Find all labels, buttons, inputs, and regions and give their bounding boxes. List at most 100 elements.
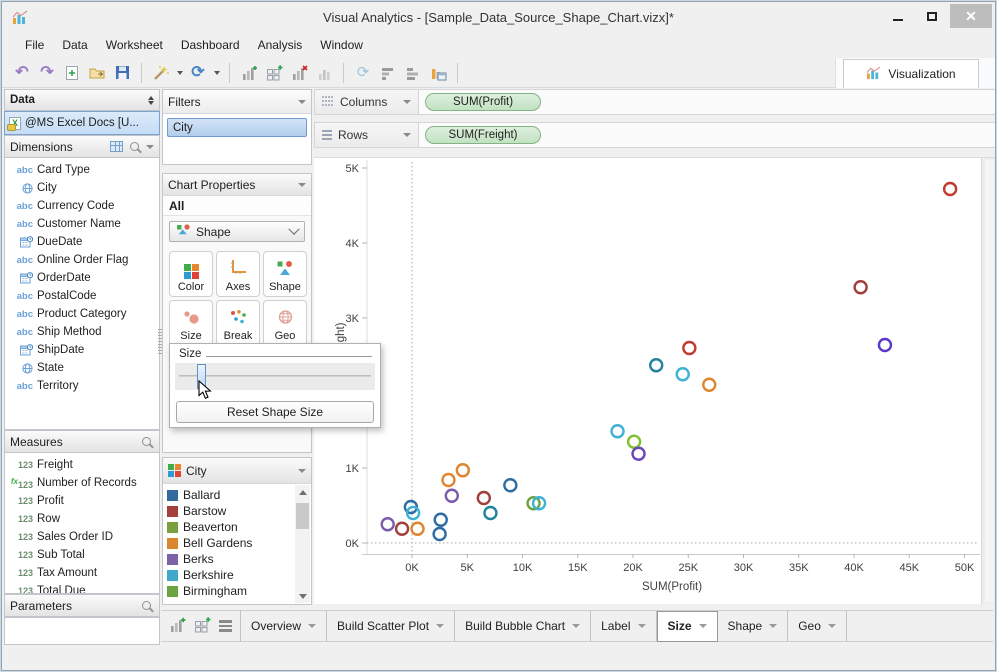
sheet-tab-overview[interactable]: Overview (240, 610, 328, 642)
scatter-point[interactable] (626, 434, 642, 449)
measure-sales-order-id[interactable]: 123 Sales Order ID (5, 528, 159, 546)
rows-shelf-label[interactable]: Rows (315, 123, 419, 147)
dimension-product-category[interactable]: abc Product Category (5, 305, 159, 323)
sheet-tab-build-bubble-chart[interactable]: Build Bubble Chart (455, 610, 592, 642)
wizard-dropdown-icon[interactable] (177, 70, 183, 75)
sheet-tab-geo[interactable]: Geo (788, 610, 847, 642)
visualization-tab[interactable]: Visualization (843, 59, 979, 88)
sheet-tab-build-scatter-plot[interactable]: Build Scatter Plot (327, 610, 456, 642)
rows-pill[interactable]: SUM(Freight) (425, 126, 541, 144)
scatter-point[interactable] (432, 526, 447, 542)
scatter-point[interactable] (394, 521, 410, 536)
dimension-territory[interactable]: abc Territory (5, 377, 159, 395)
size-button[interactable]: Size (169, 300, 213, 346)
scatter-point[interactable] (853, 280, 868, 295)
menu-data[interactable]: Data (53, 34, 96, 56)
menu-analysis[interactable]: Analysis (249, 34, 312, 56)
lasso-select-icon[interactable]: ⟳ (353, 62, 373, 84)
menu-window[interactable]: Window (311, 34, 372, 56)
dimension-ship-method[interactable]: abc Ship Method (5, 323, 159, 341)
scatter-point[interactable] (441, 472, 456, 488)
close-button[interactable]: ✕ (950, 4, 992, 28)
binding-type-dropdown[interactable]: Shape (169, 221, 305, 242)
open-folder-icon[interactable] (87, 62, 107, 84)
dimension-shipdate[interactable]: ShipDate (5, 341, 159, 359)
measure-total-due[interactable]: 123 Total Due (5, 582, 159, 593)
scroll-down-icon[interactable] (295, 589, 310, 603)
redo-icon[interactable]: ↷ (37, 62, 57, 84)
dimension-city[interactable]: City (5, 179, 159, 197)
scatter-point[interactable] (631, 446, 646, 461)
axes-button[interactable]: Axes (216, 251, 260, 297)
scatter-point[interactable] (444, 488, 459, 503)
dimension-orderdate[interactable]: OrderDate (5, 269, 159, 287)
legend-item-berks[interactable]: Berks (163, 551, 294, 567)
minimize-button[interactable] (882, 4, 914, 28)
scatter-point[interactable] (476, 490, 492, 506)
measure-freight[interactable]: 123 Freight (5, 456, 159, 474)
add-chart-icon[interactable] (239, 62, 259, 84)
scatter-point[interactable] (610, 424, 625, 439)
dimension-card-type[interactable]: abc Card Type (5, 161, 159, 179)
chevron-down-icon[interactable] (436, 624, 445, 628)
sheet-tab-size[interactable]: Size (656, 610, 718, 642)
remove-chart-icon[interactable] (289, 62, 309, 84)
align-bars-icon[interactable] (403, 62, 423, 84)
chevron-down-icon[interactable] (827, 624, 836, 628)
scatter-point[interactable] (942, 181, 958, 197)
shape-button[interactable]: Shape (263, 251, 307, 297)
sheet-tab-shape[interactable]: Shape (718, 610, 789, 642)
legend-scrollbar[interactable] (295, 485, 310, 603)
scatter-point[interactable] (483, 505, 498, 521)
scatter-point[interactable] (702, 377, 717, 392)
filters-header[interactable]: Filters (163, 90, 311, 114)
new-chart-icon[interactable] (169, 617, 186, 636)
color-button[interactable]: Color (169, 251, 213, 297)
maximize-button[interactable] (916, 4, 948, 28)
measure-number-of-records[interactable]: fx123 Number of Records (5, 474, 159, 492)
refresh-icon[interactable]: ⟳ (188, 62, 208, 84)
scroll-thumb[interactable] (296, 503, 309, 529)
wizard-icon[interactable] (151, 62, 171, 84)
scroll-up-icon[interactable] (295, 485, 310, 499)
measure-row[interactable]: 123 Row (5, 510, 159, 528)
search-icon[interactable] (142, 437, 151, 446)
add-crosstab-icon[interactable] (264, 62, 284, 84)
menu-dashboard[interactable]: Dashboard (172, 34, 249, 56)
new-crosstab-icon[interactable] (194, 616, 211, 636)
columns-shelf-label[interactable]: Columns (315, 90, 419, 114)
new-document-icon[interactable] (62, 62, 82, 84)
dimension-online-order-flag[interactable]: abc Online Order Flag (5, 251, 159, 269)
sort-toggle-icon[interactable] (148, 95, 154, 105)
dimension-postalcode[interactable]: abc PostalCode (5, 287, 159, 305)
legend-item-berkshire[interactable]: Berkshire (163, 567, 294, 583)
legend-item-ballard[interactable]: Ballard (163, 487, 294, 503)
chart-options-icon[interactable] (428, 62, 448, 84)
undo-icon[interactable]: ↶ (12, 62, 32, 84)
sort-bars-icon[interactable] (378, 62, 398, 84)
scatter-point[interactable] (380, 517, 395, 532)
scatter-point[interactable] (455, 463, 471, 478)
break-button[interactable]: Break (216, 300, 260, 346)
chevron-down-icon[interactable] (572, 624, 581, 628)
save-icon[interactable] (112, 62, 132, 84)
dimension-customer-name[interactable]: abc Customer Name (5, 215, 159, 233)
scatter-point[interactable] (649, 358, 664, 373)
menu-worksheet[interactable]: Worksheet (97, 34, 172, 56)
scatter-point[interactable] (503, 478, 518, 493)
legend-item-birmingham[interactable]: Birmingham (163, 583, 294, 599)
geo-button[interactable]: Geo (263, 300, 307, 346)
menu-file[interactable]: File (16, 34, 53, 56)
legend-item-bell-gardens[interactable]: Bell Gardens (163, 535, 294, 551)
scatter-point[interactable] (675, 367, 690, 382)
measure-tax-amount[interactable]: 123 Tax Amount (5, 564, 159, 582)
sheet-list-icon[interactable] (219, 620, 232, 632)
data-source-item[interactable]: @MS Excel Docs [U... (4, 111, 160, 135)
data-panel-header[interactable]: Data (4, 89, 160, 111)
reset-shape-size-button[interactable]: Reset Shape Size (176, 401, 374, 423)
chart-properties-header[interactable]: Chart Properties (163, 174, 311, 196)
city-legend-header[interactable]: City (163, 458, 311, 484)
scatter-point[interactable] (410, 521, 425, 536)
dimension-duedate[interactable]: DueDate (5, 233, 159, 251)
measure-profit[interactable]: 123 Profit (5, 492, 159, 510)
